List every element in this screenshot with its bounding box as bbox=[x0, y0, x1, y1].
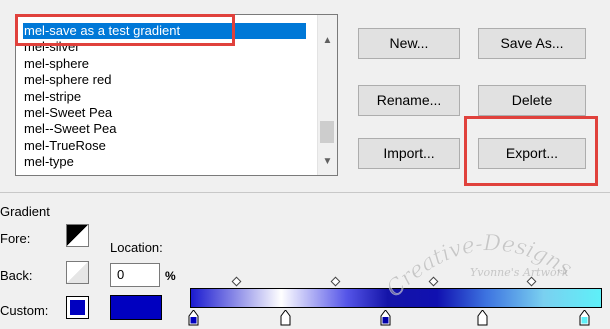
color-stop-icon[interactable] bbox=[280, 310, 291, 326]
list-item[interactable]: mel-sphere red bbox=[23, 72, 306, 88]
color-stop-icon[interactable] bbox=[477, 310, 488, 326]
delete-button[interactable]: Delete bbox=[478, 85, 586, 116]
midpoint-diamond-icon[interactable] bbox=[526, 276, 537, 287]
highlight-box-selected-item bbox=[15, 14, 235, 46]
list-item[interactable]: mel--Sweet Pea bbox=[23, 121, 306, 137]
list-scrollbar[interactable]: ▲ ▼ bbox=[317, 15, 337, 175]
midpoint-diamond-icon[interactable] bbox=[428, 276, 439, 287]
gradient-preview-bar[interactable] bbox=[190, 288, 602, 308]
list-item[interactable]: mel-sphere bbox=[23, 56, 306, 72]
scroll-up-icon[interactable]: ▲ bbox=[318, 32, 337, 50]
list-item[interactable]: mel-type bbox=[23, 154, 306, 170]
midpoint-diamond-icon[interactable] bbox=[231, 276, 242, 287]
scrollbar-thumb[interactable] bbox=[320, 121, 334, 143]
list-item[interactable]: mel-stripe bbox=[23, 89, 306, 105]
rename-button[interactable]: Rename... bbox=[358, 85, 460, 116]
highlight-box-export bbox=[464, 116, 598, 186]
color-stop-icon[interactable] bbox=[579, 310, 590, 326]
color-stop-icon[interactable] bbox=[188, 310, 199, 326]
gradient-section-title: Gradient bbox=[0, 204, 50, 219]
percent-label: % bbox=[165, 269, 176, 283]
import-button[interactable]: Import... bbox=[358, 138, 460, 169]
new-button[interactable]: New... bbox=[358, 28, 460, 59]
location-label: Location: bbox=[110, 240, 163, 255]
fore-color-swatch[interactable] bbox=[66, 224, 89, 247]
midpoint-diamond-icon[interactable] bbox=[330, 276, 341, 287]
custom-label: Custom: bbox=[0, 303, 49, 318]
location-input[interactable]: 0 bbox=[110, 263, 160, 287]
color-stop-icon[interactable] bbox=[380, 310, 391, 326]
watermark-line2: Yvonne's Artwork bbox=[470, 266, 569, 279]
back-label: Back: bbox=[0, 268, 33, 283]
section-divider bbox=[0, 192, 610, 193]
save-as-button[interactable]: Save As... bbox=[478, 28, 586, 59]
list-item[interactable]: mel-TrueRose bbox=[23, 138, 306, 154]
back-color-swatch[interactable] bbox=[66, 261, 89, 284]
custom-color-swatch[interactable] bbox=[66, 296, 89, 319]
scroll-down-icon[interactable]: ▼ bbox=[318, 153, 337, 171]
custom-color-preview[interactable] bbox=[110, 295, 162, 320]
list-item[interactable]: mel-Sweet Pea bbox=[23, 105, 306, 121]
custom-color-fill bbox=[70, 300, 85, 315]
fore-label: Fore: bbox=[0, 231, 31, 246]
